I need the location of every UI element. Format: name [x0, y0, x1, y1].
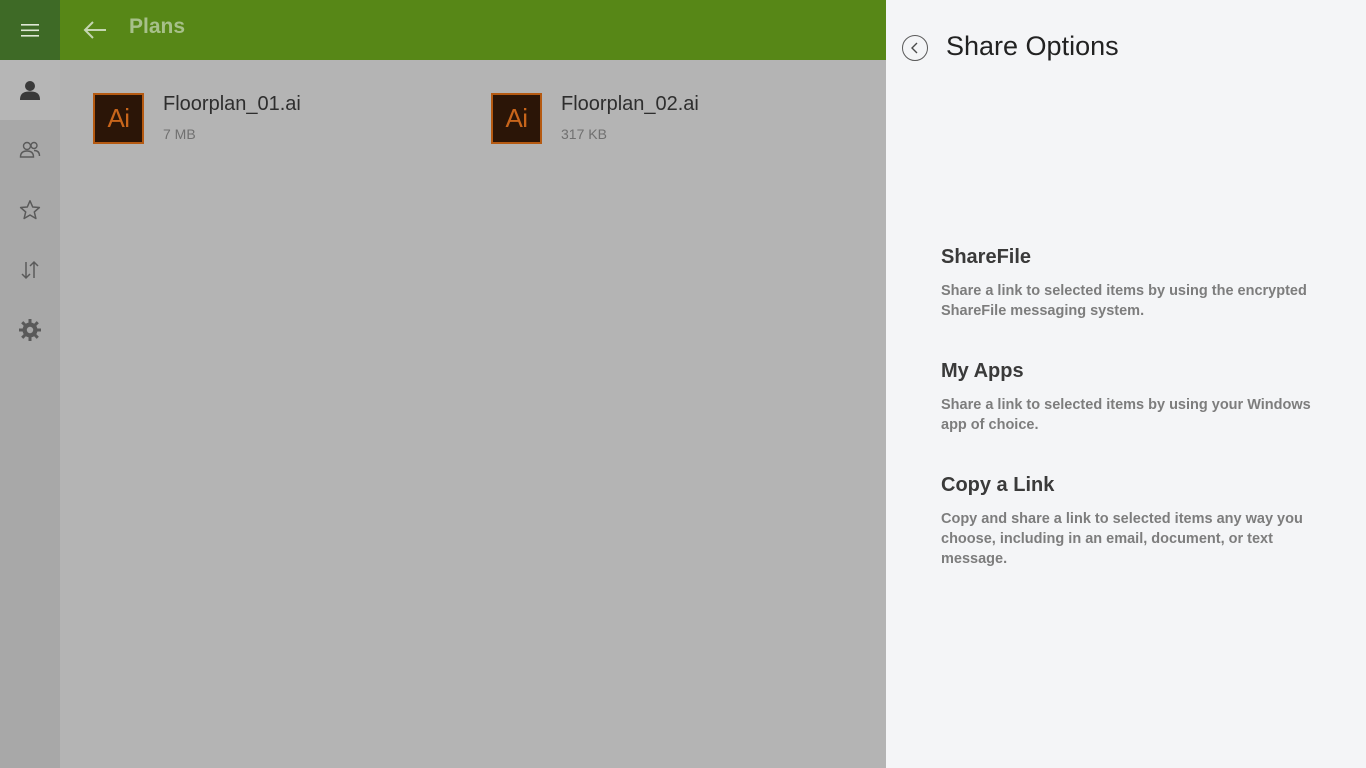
transfer-arrows-icon: [21, 260, 39, 280]
nav-my-files[interactable]: [0, 60, 60, 120]
person-icon: [20, 81, 40, 100]
file-name: Floorplan_01.ai: [163, 93, 301, 115]
file-name: Floorplan_02.ai: [561, 93, 699, 115]
nav-settings[interactable]: [0, 300, 60, 360]
share-option-my-apps[interactable]: My Apps Share a link to selected items b…: [941, 360, 1321, 435]
option-description: Share a link to selected items by using …: [941, 397, 1311, 433]
illustrator-file-icon: Ai: [93, 93, 144, 144]
option-title: My Apps: [941, 360, 1024, 382]
file-size: 317 KB: [561, 126, 607, 142]
panel-title: Share Options: [946, 31, 1119, 61]
people-icon: [19, 141, 41, 158]
nav-shared[interactable]: [0, 120, 60, 180]
star-icon: [19, 200, 41, 220]
nav-transfers[interactable]: [0, 240, 60, 300]
nav-rail: [0, 0, 60, 768]
share-option-sharefile[interactable]: ShareFile Share a link to selected items…: [941, 246, 1321, 321]
hamburger-menu-icon: [21, 24, 39, 37]
file-list: Ai Floorplan_01.ai 7 MB Ai Floorplan_02.…: [60, 60, 886, 768]
file-size: 7 MB: [163, 126, 196, 142]
file-item[interactable]: Ai Floorplan_01.ai 7 MB: [93, 93, 433, 147]
share-option-copy-link[interactable]: Copy a Link Copy and share a link to sel…: [941, 474, 1321, 569]
chevron-left-icon: [911, 42, 918, 54]
page-title: Plans: [129, 15, 186, 38]
option-title: Copy a Link: [941, 474, 1055, 496]
option-description: Copy and share a link to selected items …: [941, 511, 1303, 567]
share-options-panel: Share Options ShareFile Share a link to …: [886, 0, 1366, 768]
back-arrow-icon[interactable]: [82, 18, 108, 42]
panel-back-button[interactable]: [902, 35, 928, 61]
menu-button[interactable]: [0, 0, 60, 60]
nav-favorites[interactable]: [0, 180, 60, 240]
option-title: ShareFile: [941, 246, 1032, 268]
file-item[interactable]: Ai Floorplan_02.ai 317 KB: [491, 93, 831, 147]
option-description: Share a link to selected items by using …: [941, 283, 1307, 319]
illustrator-file-icon: Ai: [491, 93, 542, 144]
gear-icon: [19, 319, 41, 341]
app-header: Plans: [60, 0, 886, 60]
